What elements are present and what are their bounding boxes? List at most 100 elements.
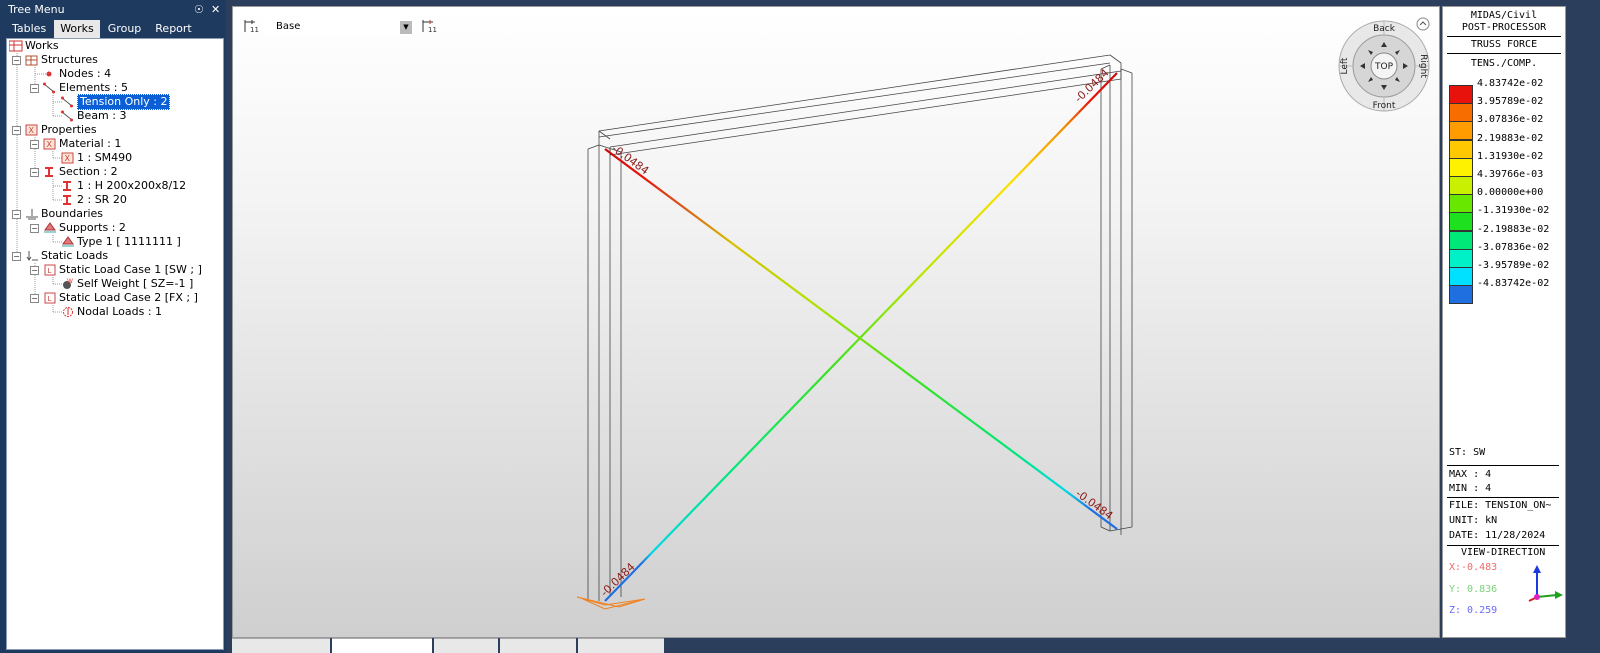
nodal-load-icon	[61, 306, 73, 318]
legend-value: 1.31930e-02	[1477, 150, 1544, 162]
material-icon: X	[61, 152, 74, 164]
collapse-toggle[interactable]: −	[12, 125, 21, 135]
view-navigation-cube[interactable]: Back Front Left Right TOP	[1337, 19, 1431, 113]
works-icon	[8, 40, 23, 52]
tree-item-material[interactable]: − X Material : 1	[30, 137, 121, 151]
legend-view-x: X:-0.483	[1449, 562, 1498, 573]
tree-menu-panel: Tree Menu ☉ ✕ Tables Works Group Report	[0, 0, 226, 653]
static-loads-icon	[25, 250, 38, 262]
tree-item-nodes[interactable]: Nodes : 4	[43, 67, 111, 81]
divider	[1447, 497, 1559, 498]
legend-value: 0.00000e+00	[1477, 187, 1544, 199]
legend-swatch	[1449, 212, 1473, 232]
close-icon[interactable]: ✕	[211, 0, 220, 20]
legend-view-y: Y: 0.836	[1449, 584, 1498, 595]
legend-value: 4.39766e-03	[1477, 169, 1544, 180]
tree-item-properties[interactable]: − X Properties	[12, 123, 97, 137]
tree-item-load-case-1[interactable]: − L Static Load Case 1 [SW ; ]	[30, 263, 202, 277]
legend-swatch	[1449, 176, 1473, 195]
element-value-label-top-left: -0.0484	[609, 142, 651, 177]
collapse-toggle[interactable]: −	[30, 293, 39, 303]
view-tab-active[interactable]	[332, 638, 432, 653]
element-icon	[61, 110, 73, 122]
chevron-down-icon[interactable]: ▼	[400, 21, 412, 34]
element-value-label-bottom-right: -0.0484	[1073, 487, 1115, 522]
legend-swatch	[1449, 248, 1473, 268]
tree-item-works[interactable]: Works	[8, 39, 59, 53]
legend-mode: POST-PROCESSOR	[1461, 22, 1547, 33]
tree-item-boundaries[interactable]: − Boundaries	[12, 207, 103, 221]
legend-app: MIDAS/Civil	[1470, 10, 1538, 21]
tree-menu-title: Tree Menu	[8, 3, 65, 16]
svg-text:11: 11	[428, 26, 437, 34]
nav-front[interactable]: Front	[1373, 101, 1396, 111]
legend-value: -3.07836e-02	[1477, 241, 1550, 253]
legend-value: 3.95789e-02	[1477, 96, 1544, 108]
divider	[1447, 53, 1561, 54]
support-symbol	[576, 596, 646, 610]
tree-item-section-2[interactable]: 2 : SR 20	[61, 193, 127, 207]
model-viewport[interactable]: -0.0484 -0.0484 -0.0484 -0.0484 11 Base …	[232, 6, 1440, 638]
support-icon	[43, 222, 56, 234]
tree-item-beam[interactable]: Beam : 3	[61, 109, 126, 123]
nav-top[interactable]: TOP	[1374, 62, 1394, 72]
tree-item-material-1[interactable]: X 1 : SM490	[61, 151, 132, 165]
home-view-icon[interactable]	[1416, 17, 1430, 31]
nav-left[interactable]: Left	[1340, 57, 1350, 74]
view-tab[interactable]	[434, 638, 498, 653]
svg-text:11: 11	[250, 26, 259, 34]
legend-unit: UNIT: kN	[1449, 515, 1498, 526]
tree-item-self-weight[interactable]: W Self Weight [ SZ=-1 ]	[61, 277, 193, 291]
legend-swatch	[1449, 267, 1473, 286]
collapse-toggle[interactable]: −	[30, 139, 39, 149]
tree-item-section[interactable]: − Section : 2	[30, 165, 118, 179]
legend-view-z: Z: 0.259	[1449, 605, 1498, 616]
view-tab[interactable]	[500, 638, 576, 653]
nav-back[interactable]: Back	[1373, 24, 1396, 34]
collapse-toggle[interactable]: −	[30, 265, 39, 275]
tree-item-nodal-loads[interactable]: Nodal Loads : 1	[61, 305, 162, 319]
collapse-toggle[interactable]: −	[30, 167, 39, 177]
view-tab[interactable]	[578, 638, 664, 653]
legend-value: -1.31930e-02	[1477, 205, 1550, 217]
collapse-toggle[interactable]: −	[12, 251, 21, 261]
legend-view-direction: VIEW-DIRECTION	[1461, 547, 1546, 558]
collapse-toggle[interactable]: −	[12, 209, 21, 219]
pin-icon[interactable]: ☉	[194, 0, 204, 20]
view-select[interactable]: Base ▼	[265, 18, 413, 36]
axis-triad-icon	[1528, 565, 1563, 602]
legend-value: 2.19883e-02	[1477, 132, 1544, 144]
legend-result-type: TRUSS FORCE	[1470, 39, 1538, 50]
legend-value: -4.83742e-02	[1477, 278, 1550, 290]
collapse-toggle[interactable]: −	[30, 223, 39, 233]
tree-item-static-loads[interactable]: − Static Loads	[12, 249, 108, 263]
tab-tables[interactable]: Tables	[6, 20, 52, 38]
collapse-toggle[interactable]: −	[12, 55, 21, 65]
collapse-toggle[interactable]: −	[30, 83, 39, 93]
named-view-manager-icon[interactable]: 11	[421, 18, 437, 37]
view-tab[interactable]	[232, 638, 330, 653]
legend-swatch	[1449, 103, 1473, 123]
midas-app: Tree Menu ☉ ✕ Tables Works Group Report	[0, 0, 1600, 653]
tree-item-tension-only[interactable]: Tension Only : 2	[61, 94, 171, 110]
tree-item-supports[interactable]: − Supports : 2	[30, 221, 126, 235]
element-icon	[61, 96, 73, 108]
named-view-icon[interactable]: 11	[243, 18, 259, 37]
nav-right[interactable]: Right	[1418, 54, 1428, 78]
tree-item-support-type1[interactable]: Type 1 [ 1111111 ]	[61, 235, 181, 249]
tab-report[interactable]: Report	[149, 20, 197, 38]
tree-item-load-case-2[interactable]: − L Static Load Case 2 [FX ; ]	[30, 291, 198, 305]
tab-works[interactable]: Works	[54, 20, 100, 38]
element-icon	[43, 82, 55, 94]
frame-wireframe	[587, 54, 1133, 601]
tree-tabs: Tables Works Group Report	[0, 20, 226, 38]
tree-item-elements[interactable]: − Elements : 5	[30, 81, 128, 95]
node-icon	[43, 68, 55, 80]
svg-text:L: L	[48, 295, 52, 303]
tab-group[interactable]: Group	[102, 20, 148, 38]
svg-text:X: X	[47, 140, 53, 149]
tree-item-structures[interactable]: − Structures	[12, 53, 98, 67]
model-view[interactable]: -0.0484 -0.0484 -0.0484 -0.0484	[233, 7, 1441, 639]
legend-min: MIN : 4	[1449, 483, 1492, 494]
tree-item-section-1[interactable]: 1 : H 200x200x8/12	[61, 179, 186, 193]
